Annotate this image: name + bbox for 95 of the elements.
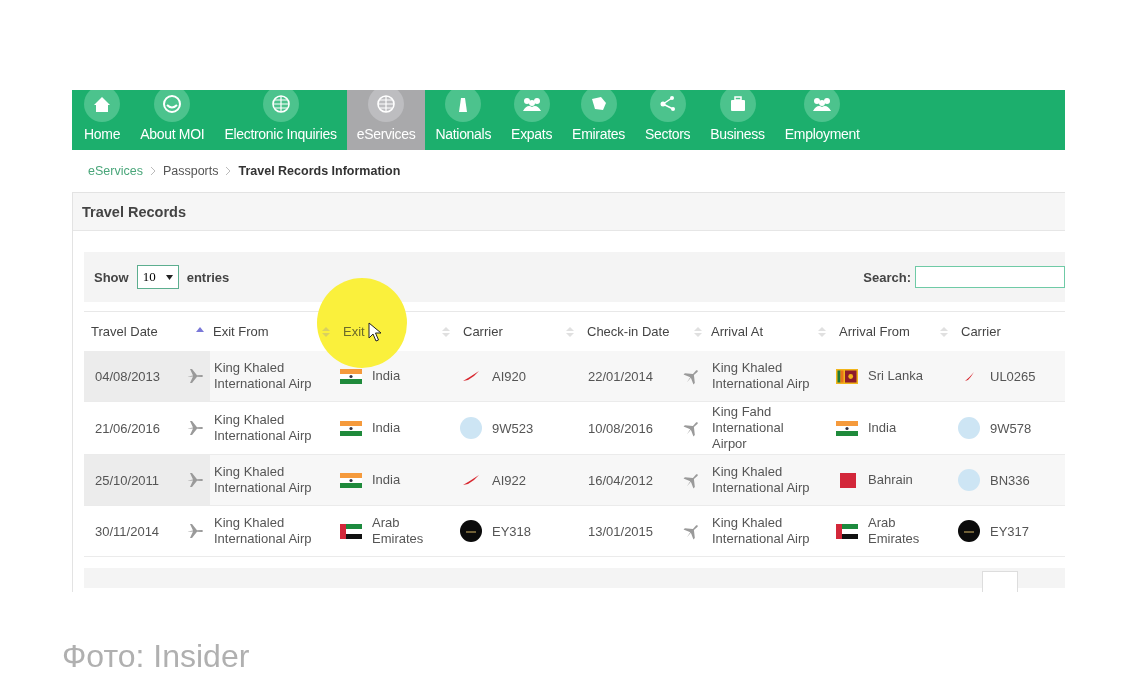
globe-icon bbox=[368, 90, 405, 122]
column-header[interactable]: Check-in Date bbox=[587, 324, 670, 339]
panel-title: Travel Records bbox=[82, 203, 186, 220]
flag-icon bbox=[340, 420, 362, 436]
airplane-icon bbox=[186, 419, 204, 437]
nav-item[interactable]: About MOI bbox=[130, 90, 215, 150]
sort-icon[interactable] bbox=[442, 325, 450, 338]
network-icon bbox=[649, 90, 686, 122]
search-label: Search: bbox=[863, 269, 911, 285]
column-header[interactable]: Arrival At bbox=[711, 324, 763, 339]
table-cell: EY318 bbox=[492, 523, 532, 539]
table-cell: AI922 bbox=[492, 472, 526, 488]
nav-item[interactable]: Home bbox=[74, 90, 131, 150]
flag-icon bbox=[340, 368, 362, 384]
table-cell-text: 30/11/2014 bbox=[94, 522, 161, 541]
table-cell-text: Sri Lanka bbox=[868, 368, 924, 384]
table-cell: BN336 bbox=[990, 472, 1030, 488]
table-cell: UL0265 bbox=[990, 368, 1036, 384]
nav-item[interactable]: Sectors bbox=[634, 90, 701, 150]
table-cell: 25/10/2011 bbox=[84, 455, 180, 505]
table-cell-text: King Khaled International Airp bbox=[712, 463, 811, 497]
table-cell-text: 21/06/2016 bbox=[94, 419, 162, 438]
breadcrumb-current: Travel Records Information bbox=[238, 164, 401, 178]
nav-item[interactable]: eServices bbox=[346, 90, 426, 150]
flag-icon bbox=[340, 472, 362, 488]
briefcase-icon bbox=[719, 90, 756, 122]
airline-logo-icon bbox=[958, 520, 980, 542]
nav-item[interactable]: Employment bbox=[774, 90, 870, 150]
globe-icon bbox=[262, 90, 299, 122]
table-cell-text: King Khaled International Airp bbox=[214, 514, 313, 548]
chevron-icon bbox=[149, 166, 156, 176]
table-cell-text: 16/04/2012 bbox=[587, 471, 655, 490]
table-cell-text: King Khaled International Airp bbox=[214, 359, 313, 393]
table-cell: 9W523 bbox=[492, 420, 534, 436]
nav-item[interactable]: Expats bbox=[501, 90, 563, 150]
caret-icon bbox=[165, 274, 173, 280]
table-cell-text: India bbox=[868, 420, 898, 436]
sort-icon[interactable] bbox=[818, 325, 826, 338]
table-cell: EY317 bbox=[990, 523, 1030, 539]
airline-logo-icon bbox=[460, 417, 482, 439]
column-header[interactable]: Carrier bbox=[961, 324, 1001, 339]
airline-logo-icon bbox=[958, 469, 980, 491]
table-cell-text: Bahrain bbox=[868, 472, 914, 488]
column-header[interactable]: Exit bbox=[343, 324, 365, 339]
nav-item[interactable]: Business bbox=[700, 90, 775, 150]
table-cell-text: King Khaled International Airp bbox=[214, 411, 313, 445]
tower-icon bbox=[445, 90, 482, 122]
flag-icon bbox=[836, 420, 858, 436]
column-header[interactable]: Arrival From bbox=[839, 324, 910, 339]
table-cell-text: 10/08/2016 bbox=[587, 419, 655, 438]
table-cell-text: King Fahd International Airpor bbox=[712, 403, 785, 453]
column-header[interactable]: Travel Date bbox=[91, 324, 158, 339]
table-cell-text: India bbox=[372, 368, 402, 384]
search-field[interactable] bbox=[915, 266, 1065, 288]
table-cell-text: India bbox=[372, 420, 402, 436]
sort-icon[interactable] bbox=[322, 325, 330, 338]
airplane-icon bbox=[186, 522, 204, 540]
entries-select[interactable]: 10 bbox=[136, 265, 179, 289]
table-cell-text: 13/01/2015 bbox=[587, 522, 655, 541]
table-cell-text: King Khaled International Airp bbox=[214, 463, 313, 497]
table-cell-text: India bbox=[372, 472, 402, 488]
table-cell: 04/08/2013 bbox=[84, 351, 180, 401]
airplane-icon bbox=[186, 367, 204, 385]
table-cell-text: King Khaled International Airp bbox=[712, 514, 811, 548]
entries-label: entries bbox=[186, 269, 230, 285]
airplane-icon bbox=[186, 471, 204, 489]
breadcrumb-link[interactable]: eServices bbox=[88, 164, 143, 178]
nav-item[interactable]: Electronic Inquiries bbox=[214, 90, 347, 150]
flag-icon bbox=[836, 523, 858, 539]
home-icon bbox=[84, 90, 121, 122]
cursor-icon bbox=[368, 322, 382, 342]
table-cell-text: King Khaled International Airp bbox=[712, 359, 811, 393]
table-cell: 9W578 bbox=[990, 420, 1032, 436]
flag-icon bbox=[340, 523, 362, 539]
nav-item[interactable]: Nationals bbox=[425, 90, 502, 150]
table-cell-text: Arab Emirates bbox=[868, 515, 921, 547]
airline-logo-icon bbox=[958, 417, 980, 439]
nav-item[interactable]: Emirates bbox=[562, 90, 635, 150]
people-icon bbox=[804, 90, 841, 122]
table-cell: AI920 bbox=[492, 368, 526, 384]
table-cell-text: Arab Emirates bbox=[372, 515, 425, 547]
flag-icon bbox=[836, 368, 858, 384]
sort-icon[interactable] bbox=[694, 325, 702, 338]
people-icon bbox=[513, 90, 550, 122]
sort-icon[interactable] bbox=[940, 325, 948, 338]
show-label: Show bbox=[94, 269, 129, 285]
table-cell-text: 22/01/2014 bbox=[587, 367, 655, 386]
sort-icon[interactable] bbox=[566, 325, 574, 338]
pagination-button[interactable] bbox=[982, 571, 1018, 592]
column-header[interactable]: Exit From bbox=[213, 324, 269, 339]
chevron-icon bbox=[225, 166, 232, 176]
breadcrumb-link[interactable]: Passports bbox=[162, 164, 219, 178]
photo-credit: Фото: Insider bbox=[62, 638, 251, 675]
airline-logo-icon bbox=[460, 520, 482, 542]
column-header[interactable]: Carrier bbox=[463, 324, 503, 339]
